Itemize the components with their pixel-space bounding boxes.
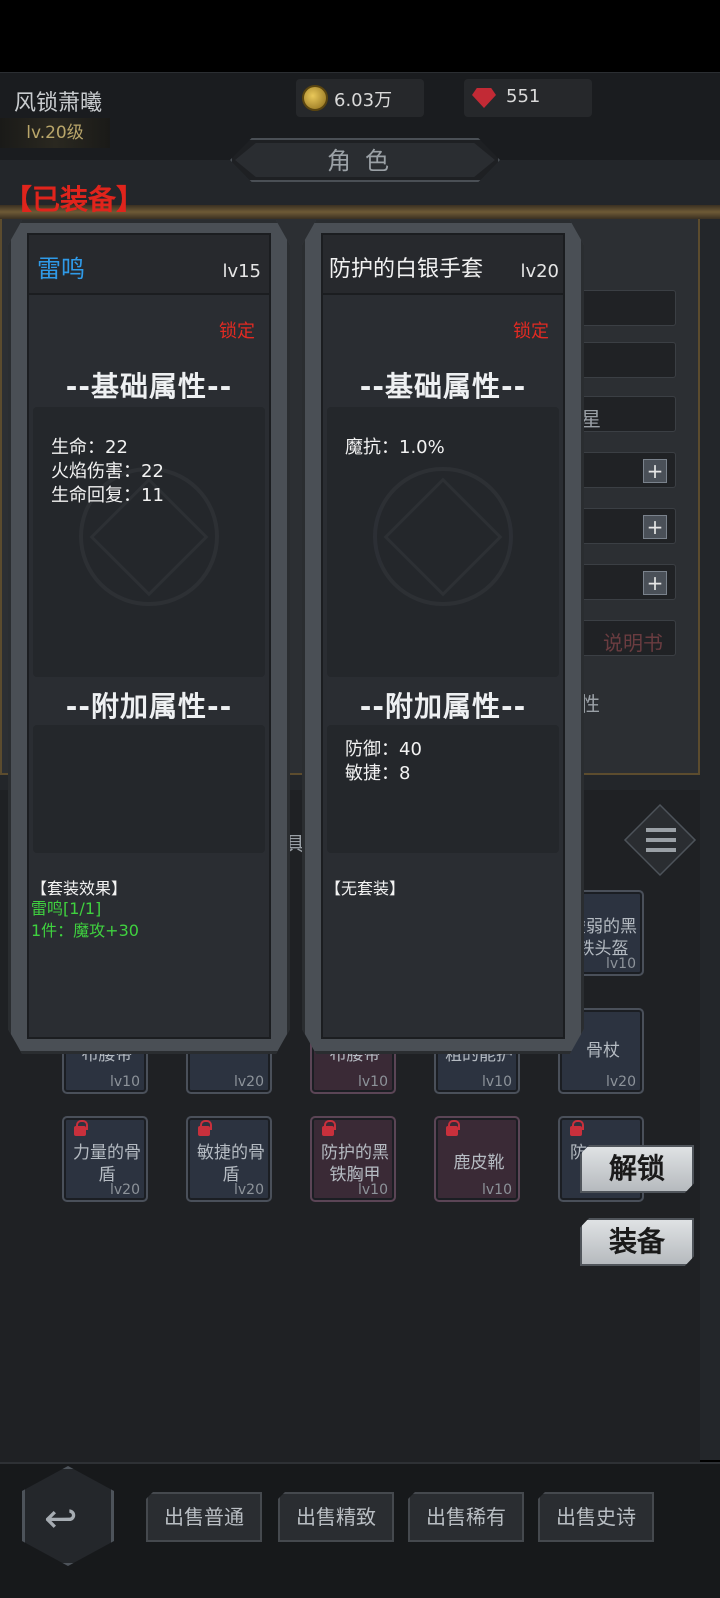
item-level: lv20 xyxy=(520,261,559,282)
inventory-item[interactable]: 防护的黑铁胸甲 lv10 xyxy=(310,1116,396,1202)
stat-line: 生命：22 xyxy=(51,437,128,458)
equipped-item-card: 雷鸣 lv15 锁定 --基础属性-- 生命：22 火焰伤害：22 生命回复：1… xyxy=(8,220,290,1054)
lock-icon xyxy=(446,1120,460,1136)
set-name: 雷鸣[1/1] xyxy=(31,899,102,918)
lock-icon xyxy=(74,1120,88,1136)
equip-button[interactable]: 装备 xyxy=(580,1218,694,1266)
extra-attributes-title: --附加属性-- xyxy=(65,690,233,723)
inventory-item[interactable]: 力量的骨盾 lv20 xyxy=(62,1116,148,1202)
card-header: 雷鸣 lv15 xyxy=(29,235,269,295)
stat-line: 生命回复：11 xyxy=(51,485,164,506)
base-attributes-box: 生命：22 火焰伤害：22 生命回复：11 xyxy=(33,407,265,677)
item-level: lv15 xyxy=(222,261,261,282)
stat-line: 魔抗：1.0% xyxy=(345,437,445,458)
back-arrow-icon: ↩ xyxy=(44,1496,78,1542)
list-icon xyxy=(646,828,676,852)
base-attributes-title: --基础属性-- xyxy=(65,370,233,403)
coin-icon xyxy=(302,85,328,111)
lock-icon xyxy=(198,1120,212,1136)
player-level: lv.20级 xyxy=(0,118,110,148)
lock-icon xyxy=(322,1120,336,1136)
manual-label: 说明书 xyxy=(603,631,663,655)
inventory-item[interactable]: 鹿皮靴 lv10 xyxy=(434,1116,520,1202)
item-name: 雷鸣 xyxy=(37,255,85,283)
screen-title: 角色 xyxy=(327,147,403,175)
base-attributes-box: 魔抗：1.0% xyxy=(327,407,559,677)
lock-icon xyxy=(570,1120,584,1136)
attribute-row: + xyxy=(580,452,676,488)
set-bonus: 1件：魔攻+30 xyxy=(31,921,139,940)
sell-rare-button[interactable]: 出售稀有 xyxy=(408,1492,524,1542)
title-plate: 角色 xyxy=(230,138,500,182)
manual-row[interactable]: 说明书 xyxy=(580,620,676,656)
sell-fine-button[interactable]: 出售精致 xyxy=(278,1492,394,1542)
stat-line: 防御：40 xyxy=(345,739,422,760)
plus-icon[interactable]: + xyxy=(643,459,667,483)
extra-attributes-box xyxy=(33,725,265,853)
attribute-row: + xyxy=(580,564,676,600)
player-name: 风锁萧曦 xyxy=(14,91,103,116)
star-label: 星 xyxy=(581,407,601,431)
gold-amount: 6.03万 xyxy=(334,90,393,111)
sell-epic-button[interactable]: 出售史诗 xyxy=(538,1492,654,1542)
equipped-label: 【已装备】 xyxy=(4,183,145,216)
base-attributes-title: --基础属性-- xyxy=(359,370,527,403)
gem-icon xyxy=(472,88,496,108)
gem-amount: 551 xyxy=(506,86,541,107)
set-effect-title: 【无套装】 xyxy=(325,879,406,898)
unlock-button[interactable]: 解锁 xyxy=(580,1145,694,1193)
lock-status[interactable]: 锁定 xyxy=(513,317,549,343)
lock-status[interactable]: 锁定 xyxy=(219,317,255,343)
sell-common-button[interactable]: 出售普通 xyxy=(146,1492,262,1542)
plus-icon[interactable]: + xyxy=(643,571,667,595)
inventory-item[interactable]: 敏捷的骨盾 lv20 xyxy=(186,1116,272,1202)
gold-display[interactable]: 6.03万 xyxy=(296,79,424,117)
gem-display[interactable]: 551 xyxy=(464,79,592,117)
plus-icon[interactable]: + xyxy=(643,515,667,539)
extra-attributes-title: --附加属性-- xyxy=(359,690,527,723)
stat-line: 敏捷：8 xyxy=(345,763,411,784)
emblem-watermark xyxy=(373,467,513,607)
attribute-row xyxy=(580,290,676,326)
selected-item-card: 防护的白银手套 lv20 锁定 --基础属性-- 魔抗：1.0% --附加属性-… xyxy=(302,220,584,1054)
star-row[interactable]: 星 xyxy=(580,396,676,432)
attribute-row: + xyxy=(580,508,676,544)
card-header: 防护的白银手套 lv20 xyxy=(323,235,563,295)
game-screen: 风锁萧曦 lv.20级 6.03万 551 角色 【已装备】 星 + + + 说… xyxy=(0,0,720,1598)
attribute-row xyxy=(580,342,676,378)
stat-line: 火焰伤害：22 xyxy=(51,461,164,482)
item-name: 防护的白银手套 xyxy=(329,257,484,282)
extra-attributes-box: 防御：40 敏捷：8 xyxy=(327,725,559,853)
